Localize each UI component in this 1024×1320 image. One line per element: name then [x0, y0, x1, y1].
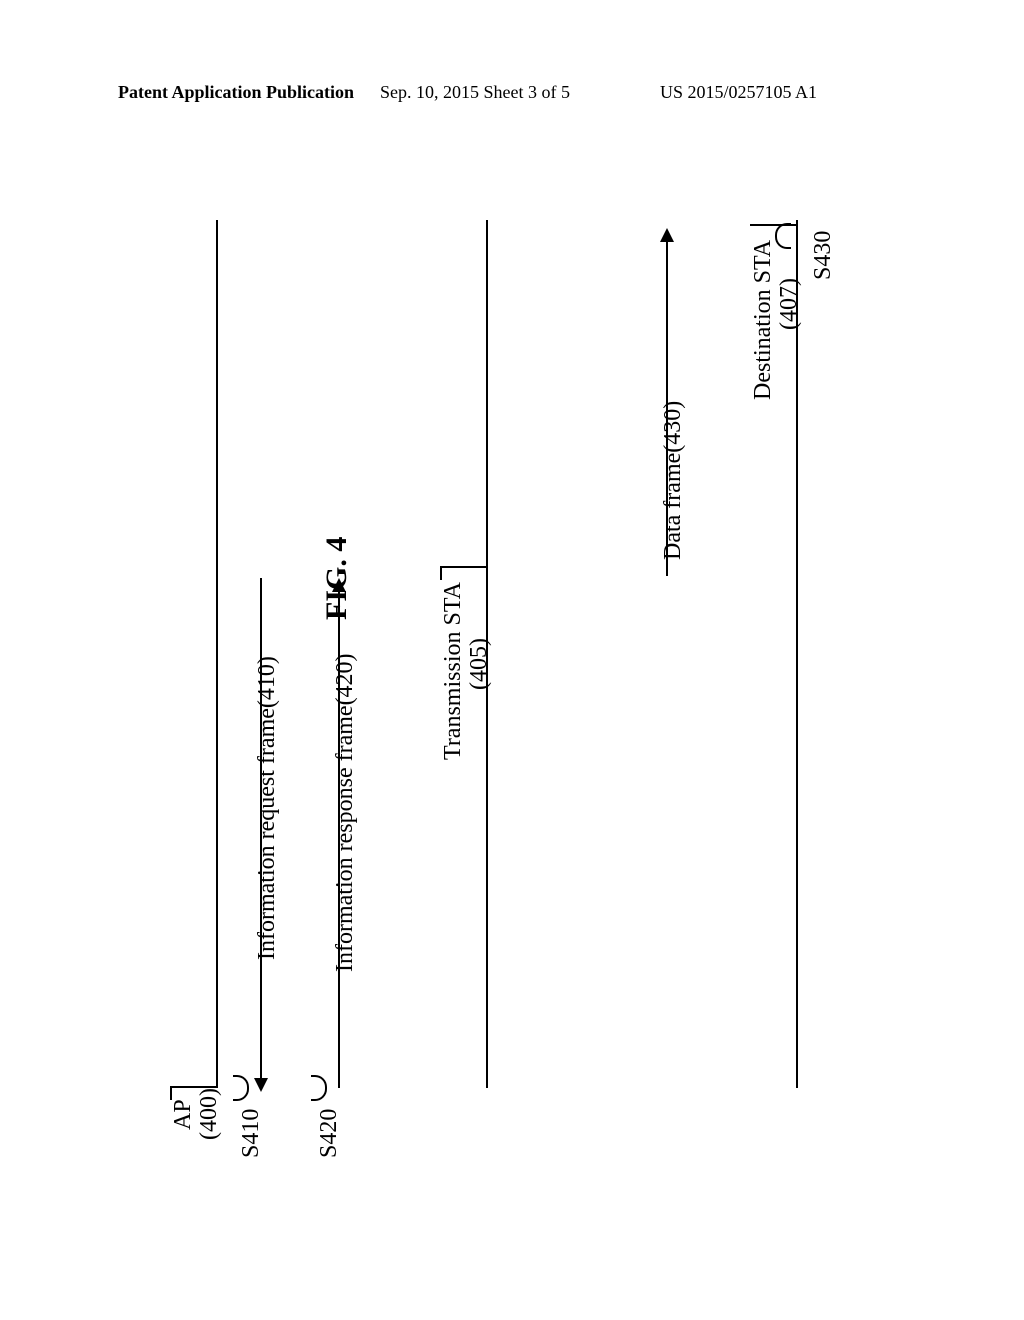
lifeline-ap	[170, 1086, 172, 1100]
lifeline-ap-main	[216, 220, 218, 1088]
arrow-resp-head	[332, 578, 346, 592]
node-tx-subtitle: (405)	[466, 638, 493, 690]
sequence-diagram: AP (400) Transmission STA (405) Destinat…	[130, 220, 890, 1160]
node-ap-title: AP	[170, 1099, 197, 1130]
arrow-req-head	[254, 1078, 268, 1092]
brace-s410	[233, 1075, 249, 1101]
node-dst-subtitle: (407)	[776, 278, 803, 330]
brace-s420	[311, 1075, 327, 1101]
lifeline-tx-tick	[440, 566, 488, 568]
lifeline-ap-tick	[170, 1086, 218, 1088]
node-dst-title: Destination STA	[750, 240, 777, 400]
msg-data: Data frame(430)	[660, 401, 687, 560]
brace-s430	[775, 223, 791, 249]
lifeline-tx-main	[486, 220, 488, 1088]
header-right: US 2015/0257105 A1	[660, 82, 817, 103]
step-s420: S420	[316, 1109, 343, 1158]
node-ap-subtitle: (400)	[196, 1088, 223, 1140]
node-tx-title: Transmission STA	[440, 582, 467, 760]
msg-req: Information request frame(410)	[254, 656, 281, 960]
step-s410: S410	[238, 1109, 265, 1158]
arrow-data-head	[660, 228, 674, 242]
msg-resp: Information response frame(420)	[332, 653, 359, 972]
header-center: Sep. 10, 2015 Sheet 3 of 5	[380, 82, 570, 103]
header-left: Patent Application Publication	[118, 82, 354, 103]
lifeline-tx-start	[440, 566, 442, 580]
step-s430: S430	[810, 231, 837, 280]
lifeline-dst-main	[796, 220, 798, 1088]
